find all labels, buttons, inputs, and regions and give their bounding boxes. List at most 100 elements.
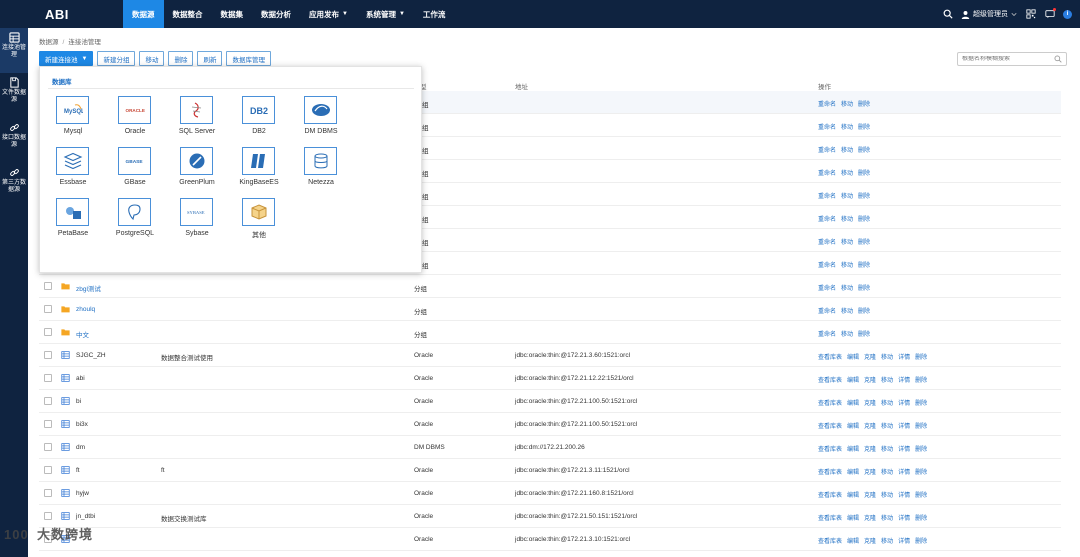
sidebar-item-api-source[interactable]: 接口数据源	[0, 118, 28, 163]
table-row[interactable]: SJGC_ZH 数据整合测试使用 Oracle jdbc:oracle:thin:@1…	[39, 344, 1061, 367]
db-type-tile-gbase[interactable]: GBASE GBase	[104, 147, 166, 193]
row-action-link[interactable]: 重命名	[818, 283, 836, 292]
row-name[interactable]: zbgl测试	[76, 283, 101, 293]
row-action-link[interactable]: 克隆	[864, 467, 876, 476]
row-action-link[interactable]: 删除	[915, 513, 927, 522]
row-action-link[interactable]: 删除	[858, 283, 870, 292]
row-action-link[interactable]: 查看库表	[818, 536, 842, 545]
db-type-tile-other[interactable]: 其他	[228, 198, 290, 244]
row-action-link[interactable]: 删除	[858, 168, 870, 177]
db-type-tile-greenplum[interactable]: GreenPlum	[166, 147, 228, 193]
row-action-link[interactable]: 编辑	[847, 467, 859, 476]
table-row[interactable]: hyjw Oracle jdbc:oracle:thin:@172.21.160.8…	[39, 482, 1061, 505]
db-type-tile-kingbasees[interactable]: KingBaseES	[228, 147, 290, 193]
user-menu[interactable]: 超级管理员	[961, 9, 1017, 19]
row-checkbox[interactable]	[44, 397, 52, 405]
row-action-link[interactable]: 删除	[915, 444, 927, 453]
database-manage-button[interactable]: 数据库管理	[226, 51, 271, 66]
row-action-link[interactable]: 移动	[881, 375, 893, 384]
nav-tab-dataset[interactable]: 数据集	[212, 0, 253, 28]
row-action-link[interactable]: 查看库表	[818, 444, 842, 453]
breadcrumb-root[interactable]: 数据源	[39, 39, 59, 46]
row-action-link[interactable]: 重命名	[818, 122, 836, 131]
row-checkbox[interactable]	[44, 328, 52, 336]
new-connection-pool-button[interactable]: 新建连接池 ▼	[39, 51, 94, 66]
row-action-link[interactable]: 编辑	[847, 513, 859, 522]
row-action-link[interactable]: 编辑	[847, 421, 859, 430]
table-row[interactable]: bi3x Oracle jdbc:oracle:thin:@172.21.100.5…	[39, 413, 1061, 436]
row-action-link[interactable]: 删除	[858, 191, 870, 200]
row-action-link[interactable]: 克隆	[864, 536, 876, 545]
row-action-link[interactable]: 移动	[841, 283, 853, 292]
qrcode-icon[interactable]	[1025, 9, 1036, 20]
row-action-link[interactable]: 移动	[881, 398, 893, 407]
row-action-link[interactable]: 移动	[841, 145, 853, 154]
row-action-link[interactable]: 查看库表	[818, 467, 842, 476]
row-checkbox[interactable]	[44, 374, 52, 382]
row-checkbox[interactable]	[44, 512, 52, 520]
row-checkbox[interactable]	[44, 305, 52, 313]
row-name[interactable]: zhoulq	[76, 306, 95, 313]
db-type-tile-netezza[interactable]: Netezza	[290, 147, 352, 193]
db-type-tile-dm-dbms[interactable]: DM DBMS	[290, 96, 352, 142]
db-type-tile-mysql[interactable]: MySQL Mysql	[42, 96, 104, 142]
row-action-link[interactable]: 重命名	[818, 329, 836, 338]
row-action-link[interactable]: 删除	[858, 99, 870, 108]
row-checkbox[interactable]	[44, 466, 52, 474]
row-action-link[interactable]: 删除	[858, 237, 870, 246]
row-action-link[interactable]: 移动	[881, 444, 893, 453]
row-action-link[interactable]: 移动	[841, 214, 853, 223]
row-action-link[interactable]: 编辑	[847, 490, 859, 499]
row-checkbox[interactable]	[44, 351, 52, 359]
row-action-link[interactable]: 克隆	[864, 398, 876, 407]
nav-tab-data-integration[interactable]: 数据整合	[164, 0, 212, 28]
row-action-link[interactable]: 查看库表	[818, 398, 842, 407]
row-action-link[interactable]: 详情	[898, 352, 910, 361]
table-row[interactable]: abi Oracle jdbc:oracle:thin:@172.21.12.22:…	[39, 367, 1061, 390]
row-action-link[interactable]: 重命名	[818, 260, 836, 269]
row-action-link[interactable]: 克隆	[864, 513, 876, 522]
db-type-tile-petabase[interactable]: PetaBase	[42, 198, 104, 244]
row-action-link[interactable]: 详情	[898, 513, 910, 522]
table-row[interactable]: dm DM DBMS jdbc:dm://172.21.200.26 查看库表 编辑 克隆…	[39, 436, 1061, 459]
db-type-tile-essbase[interactable]: Essbase	[42, 147, 104, 193]
row-action-link[interactable]: 重命名	[818, 306, 836, 315]
nav-tab-data-analysis[interactable]: 数据分析	[252, 0, 300, 28]
row-action-link[interactable]: 详情	[898, 467, 910, 476]
table-row[interactable]: bi Oracle jdbc:oracle:thin:@172.21.100.50:…	[39, 390, 1061, 413]
row-action-link[interactable]: 移动	[881, 490, 893, 499]
row-action-link[interactable]: 删除	[858, 260, 870, 269]
row-action-link[interactable]: 详情	[898, 444, 910, 453]
row-action-link[interactable]: 克隆	[864, 490, 876, 499]
row-action-link[interactable]: 重命名	[818, 237, 836, 246]
row-action-link[interactable]: 重命名	[818, 145, 836, 154]
move-button[interactable]: 移动	[139, 51, 165, 66]
info-icon[interactable]: i	[1063, 9, 1072, 19]
row-action-link[interactable]: 克隆	[864, 375, 876, 384]
table-row[interactable]: Oracle jdbc:oracle:thin:@172.21.3.10:1521…	[39, 528, 1061, 551]
row-action-link[interactable]: 删除	[915, 467, 927, 476]
row-action-link[interactable]: 移动	[841, 191, 853, 200]
row-action-link[interactable]: 删除	[915, 375, 927, 384]
row-action-link[interactable]: 查看库表	[818, 375, 842, 384]
row-action-link[interactable]: 编辑	[847, 536, 859, 545]
app-logo[interactable]: ABI	[0, 0, 123, 28]
row-checkbox[interactable]	[44, 420, 52, 428]
delete-button[interactable]: 删除	[168, 51, 194, 66]
row-action-link[interactable]: 克隆	[864, 421, 876, 430]
table-row[interactable]: zbgl测试 分组 重命名 移动 删除	[39, 275, 1061, 298]
search-input[interactable]	[962, 56, 1054, 62]
db-type-tile-postgresql[interactable]: PostgreSQL	[104, 198, 166, 244]
row-action-link[interactable]: 移动	[841, 168, 853, 177]
search-icon[interactable]	[1054, 55, 1062, 63]
sidebar-item-connection-pool[interactable]: 连接池管理	[0, 28, 28, 73]
row-action-link[interactable]: 移动	[881, 513, 893, 522]
row-action-link[interactable]: 查看库表	[818, 513, 842, 522]
row-action-link[interactable]: 查看库表	[818, 490, 842, 499]
row-action-link[interactable]: 移动	[841, 99, 853, 108]
row-action-link[interactable]: 编辑	[847, 375, 859, 384]
table-row[interactable]: zhoulq 分组 重命名 移动 删除	[39, 298, 1061, 321]
row-action-link[interactable]: 删除	[915, 490, 927, 499]
row-action-link[interactable]: 删除	[915, 352, 927, 361]
row-action-link[interactable]: 删除	[858, 329, 870, 338]
